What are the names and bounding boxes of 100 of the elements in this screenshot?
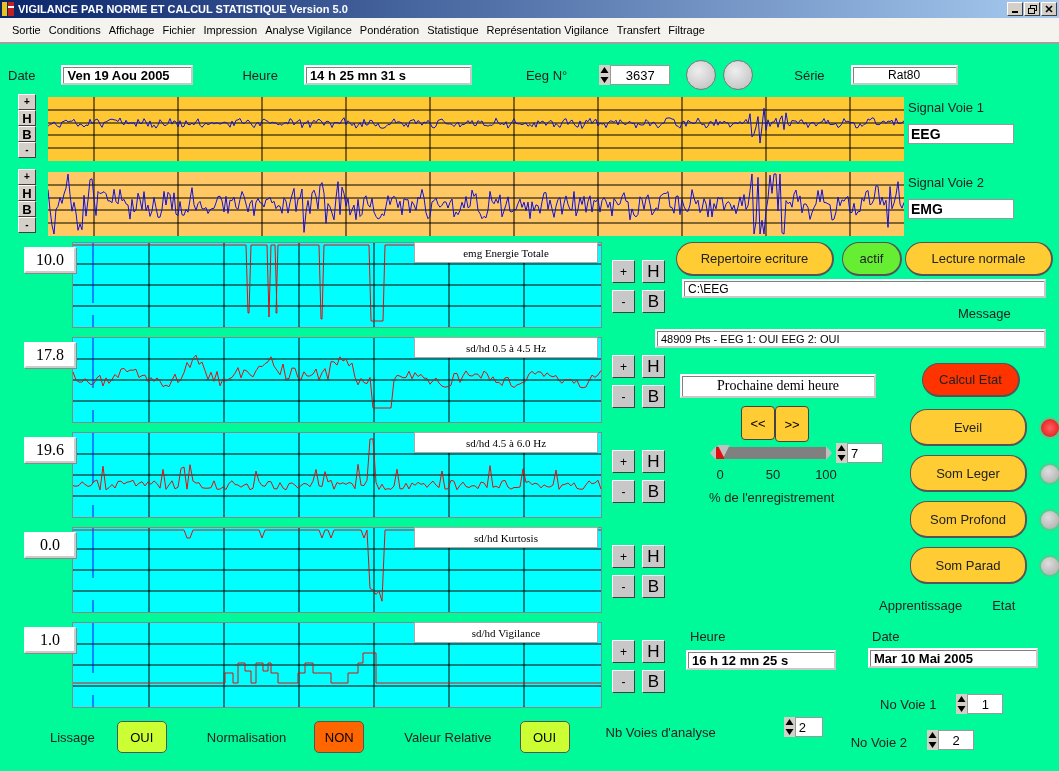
channel-label: No Voie 1 [880, 696, 937, 712]
number-field[interactable]: 2 [938, 730, 975, 750]
scale-button[interactable]: B [642, 290, 665, 313]
signal-type-field[interactable]: EEG [908, 124, 1014, 144]
menu-item[interactable]: Impression [199, 24, 262, 36]
menu-item[interactable]: Fichier [158, 24, 200, 36]
date-field[interactable]: Ven 19 Aou 2005 [61, 65, 194, 85]
close-icon [1045, 5, 1053, 13]
scale-button[interactable]: B [642, 385, 665, 408]
end-date-field[interactable]: Mar 10 Mai 2005 [868, 648, 1038, 668]
compute-button[interactable]: Calcul Etat [922, 363, 1020, 397]
scale-button[interactable]: H [642, 545, 665, 568]
state-button[interactable]: Som Parad [910, 547, 1027, 584]
chart-title: sd/hd Vigilance [414, 622, 598, 643]
slider-tick-label: 0 [715, 467, 725, 482]
scale-button[interactable]: H [18, 185, 36, 201]
option-toggle[interactable]: NON [314, 721, 365, 753]
chart-title: sd/hd Kurtosis [414, 527, 598, 548]
scale-button[interactable]: + [612, 640, 635, 663]
round-button[interactable] [686, 60, 717, 90]
menu-item[interactable]: Transfert [612, 24, 665, 36]
option-toggle[interactable]: OUI [519, 721, 570, 753]
scale-button[interactable]: H [642, 260, 665, 283]
number-field[interactable]: 2 [794, 717, 823, 737]
scale-button[interactable]: H [642, 355, 665, 378]
scale-button[interactable]: - [612, 290, 635, 313]
scale-button[interactable]: H [18, 110, 36, 126]
scale-button[interactable]: + [612, 260, 635, 283]
end-time-label: Heure [690, 629, 727, 644]
state-button[interactable]: Som Leger [910, 455, 1027, 492]
scale-button[interactable]: - [612, 385, 635, 408]
spinner-arrows-icon[interactable] [956, 694, 968, 714]
spinner-arrows-icon[interactable] [783, 717, 795, 737]
chart-title: emg Energie Totale [414, 242, 598, 263]
eeg-number-label: Eeg N° [525, 67, 568, 83]
menu-item[interactable]: Sortie [8, 24, 45, 36]
scale-button[interactable]: + [612, 450, 635, 473]
option-label: Normalisation [206, 729, 287, 745]
scale-button[interactable]: B [18, 126, 36, 142]
scale-button[interactable]: H [642, 450, 665, 473]
scale-value-field[interactable]: 19.6 [24, 437, 76, 463]
slider-right-arrow-icon[interactable] [826, 446, 832, 460]
number-field[interactable]: 7 [847, 443, 883, 463]
menu-item[interactable]: Statistique [423, 24, 483, 36]
scale-button[interactable]: + [18, 169, 36, 185]
round-button[interactable] [723, 60, 754, 90]
minimize-button[interactable] [1007, 2, 1023, 16]
scale-button[interactable]: - [612, 480, 635, 503]
scale-value-field[interactable]: 10.0 [24, 247, 76, 273]
state-button[interactable]: Eveil [910, 409, 1027, 446]
number-field[interactable]: 1 [967, 694, 1004, 714]
path-field[interactable]: C:\EEG [682, 279, 1046, 298]
message-field[interactable]: 48909 Pts - EEG 1: OUI EEG 2: OUI [655, 329, 1046, 348]
state-button[interactable]: Som Profond [910, 501, 1027, 538]
directory-button[interactable]: Repertoire ecriture [676, 242, 834, 276]
menu-item[interactable]: Analyse Vigilance [261, 24, 356, 36]
menu-item[interactable]: Pondération [355, 24, 424, 36]
option-toggle[interactable]: OUI [116, 721, 167, 753]
app-icon [2, 2, 14, 16]
scale-button[interactable]: + [612, 355, 635, 378]
scale-button[interactable]: B [18, 201, 36, 217]
menu-item[interactable]: Affichage [104, 24, 159, 36]
scale-value-field[interactable]: 1.0 [24, 627, 76, 653]
series-field[interactable]: Rat80 [850, 65, 958, 85]
window-title: VIGILANCE PAR NORME ET CALCUL STATISTIQUE Version 5.0 [18, 3, 349, 15]
scale-button[interactable]: H [642, 640, 665, 663]
menu-item[interactable]: Représentation Vigilance [482, 24, 613, 36]
spinner-arrows-icon[interactable] [599, 65, 611, 85]
scale-button[interactable]: + [18, 94, 36, 110]
date-label: Date [8, 67, 36, 83]
menu-item[interactable]: Conditions [44, 24, 105, 36]
restore-button[interactable] [1024, 2, 1040, 16]
time-label: Heure [242, 67, 278, 83]
menu-item[interactable]: Filtrage [664, 24, 709, 36]
next-button[interactable]: >> [775, 406, 809, 442]
scale-button[interactable]: B [642, 670, 665, 693]
scale-button[interactable]: B [642, 480, 665, 503]
scale-button[interactable]: - [18, 217, 36, 233]
close-button[interactable] [1041, 2, 1057, 16]
previous-button[interactable]: << [741, 406, 775, 440]
scale-button[interactable]: - [612, 670, 635, 693]
scale-button[interactable]: B [642, 575, 665, 598]
time-field[interactable]: 14 h 25 mn 31 s [303, 65, 472, 85]
number-field[interactable]: 3637 [610, 65, 671, 85]
scale-value-field[interactable]: 17.8 [24, 342, 76, 368]
restore-icon [1027, 4, 1037, 14]
scale-value-field[interactable]: 0.0 [24, 532, 76, 558]
channel-label: No Voie 2 [850, 735, 908, 750]
option-label: Valeur Relative [404, 729, 492, 745]
slider-left-arrow-icon[interactable] [710, 446, 716, 460]
active-button[interactable]: actif [842, 242, 902, 276]
scale-button[interactable]: + [612, 545, 635, 568]
spinner-arrows-icon[interactable] [927, 730, 939, 750]
scale-button[interactable]: - [612, 575, 635, 598]
period-field[interactable]: Prochaine demi heure [680, 374, 876, 398]
playback-mode-button[interactable]: Lecture normale [905, 242, 1053, 276]
end-time-field[interactable]: 16 h 12 mn 25 s [686, 650, 836, 670]
signal-type-field[interactable]: EMG [908, 199, 1014, 219]
scale-button[interactable]: - [18, 142, 36, 158]
spinner-arrows-icon[interactable] [836, 443, 847, 463]
